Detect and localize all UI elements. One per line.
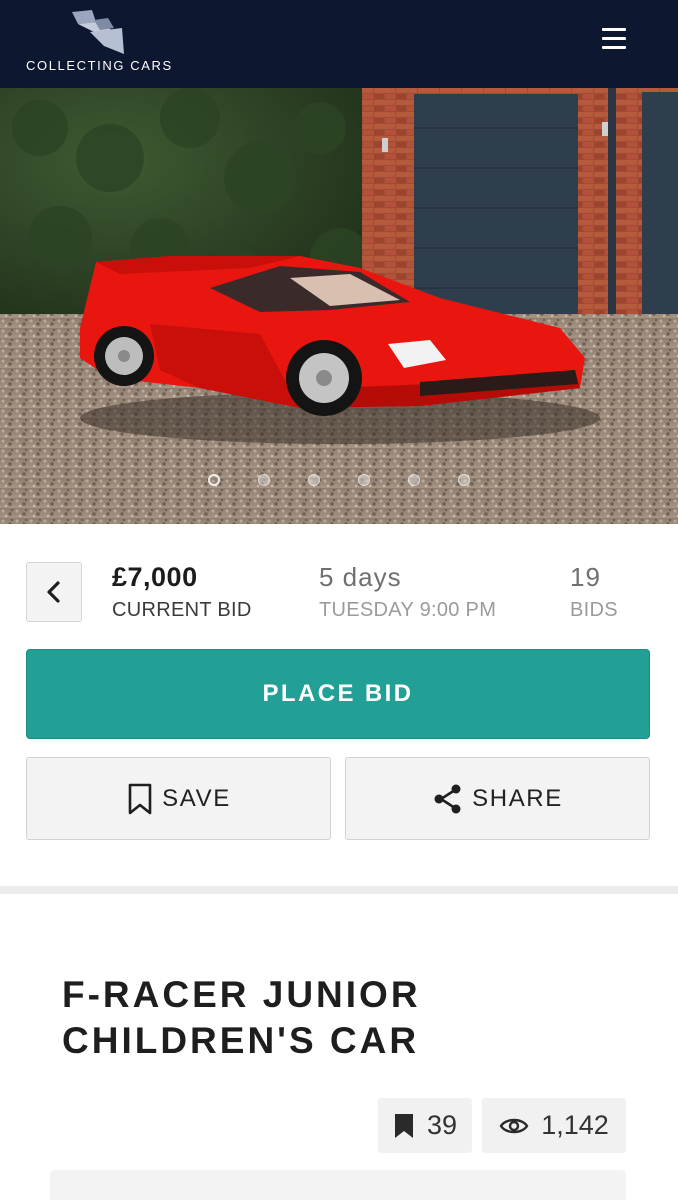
share-label: SHARE	[472, 784, 563, 812]
share-button[interactable]: SHARE	[345, 757, 650, 840]
share-icon	[434, 784, 461, 813]
chevron-left-icon	[47, 581, 60, 603]
time-left-block: 5 days TUESDAY 9:00 PM	[319, 562, 496, 622]
bookmark-icon	[128, 783, 152, 814]
listing-title: F-RACER JUNIOR CHILDREN'S CAR	[62, 972, 622, 1064]
image-gallery[interactable]	[0, 88, 678, 524]
gallery-dot-2[interactable]	[258, 474, 270, 486]
view-count: 1,142	[541, 1110, 609, 1140]
view-count-badge: 1,142	[482, 1098, 626, 1153]
hamburger-menu-icon[interactable]	[598, 26, 630, 54]
listing-title-line-1: F-RACER JUNIOR	[62, 974, 421, 1015]
current-bid-label: CURRENT BID	[112, 599, 252, 621]
watch-count: 39	[426, 1110, 458, 1140]
current-bid-block: £7,000 CURRENT BID	[112, 562, 252, 622]
gallery-dot-6[interactable]	[458, 474, 470, 486]
bid-count-block: 19 BIDS	[570, 562, 618, 622]
listing-title-line-2: CHILDREN'S CAR	[62, 1020, 420, 1061]
gallery-dot-3[interactable]	[308, 474, 320, 486]
gallery-dot-4[interactable]	[358, 474, 370, 486]
place-bid-button[interactable]: PLACE BID	[26, 649, 650, 739]
bid-count-label: BIDS	[570, 599, 618, 621]
top-navigation-bar: COLLECTING CARS	[0, 0, 678, 88]
end-time-label: TUESDAY 9:00 PM	[319, 599, 497, 621]
gallery-pagination	[0, 474, 678, 490]
current-bid-value: £7,000	[112, 562, 198, 592]
eye-icon	[499, 1118, 529, 1133]
collecting-cars-logo[interactable]: COLLECTING CARS	[22, 6, 182, 76]
section-divider	[0, 886, 678, 894]
save-label: SAVE	[162, 784, 231, 812]
bid-count-value: 19	[570, 562, 601, 592]
save-button[interactable]: SAVE	[26, 757, 331, 840]
hero-car-image	[0, 88, 678, 524]
watch-count-badge[interactable]: 39	[378, 1098, 472, 1153]
logo-mark-icon	[72, 10, 124, 54]
next-section-card	[50, 1170, 626, 1200]
time-left-value: 5 days	[319, 562, 402, 592]
bookmark-icon	[394, 1113, 413, 1138]
back-button[interactable]	[26, 562, 82, 622]
gallery-dot-5[interactable]	[408, 474, 420, 486]
gallery-dot-1[interactable]	[208, 474, 220, 486]
brand-name: COLLECTING CARS	[26, 58, 173, 73]
